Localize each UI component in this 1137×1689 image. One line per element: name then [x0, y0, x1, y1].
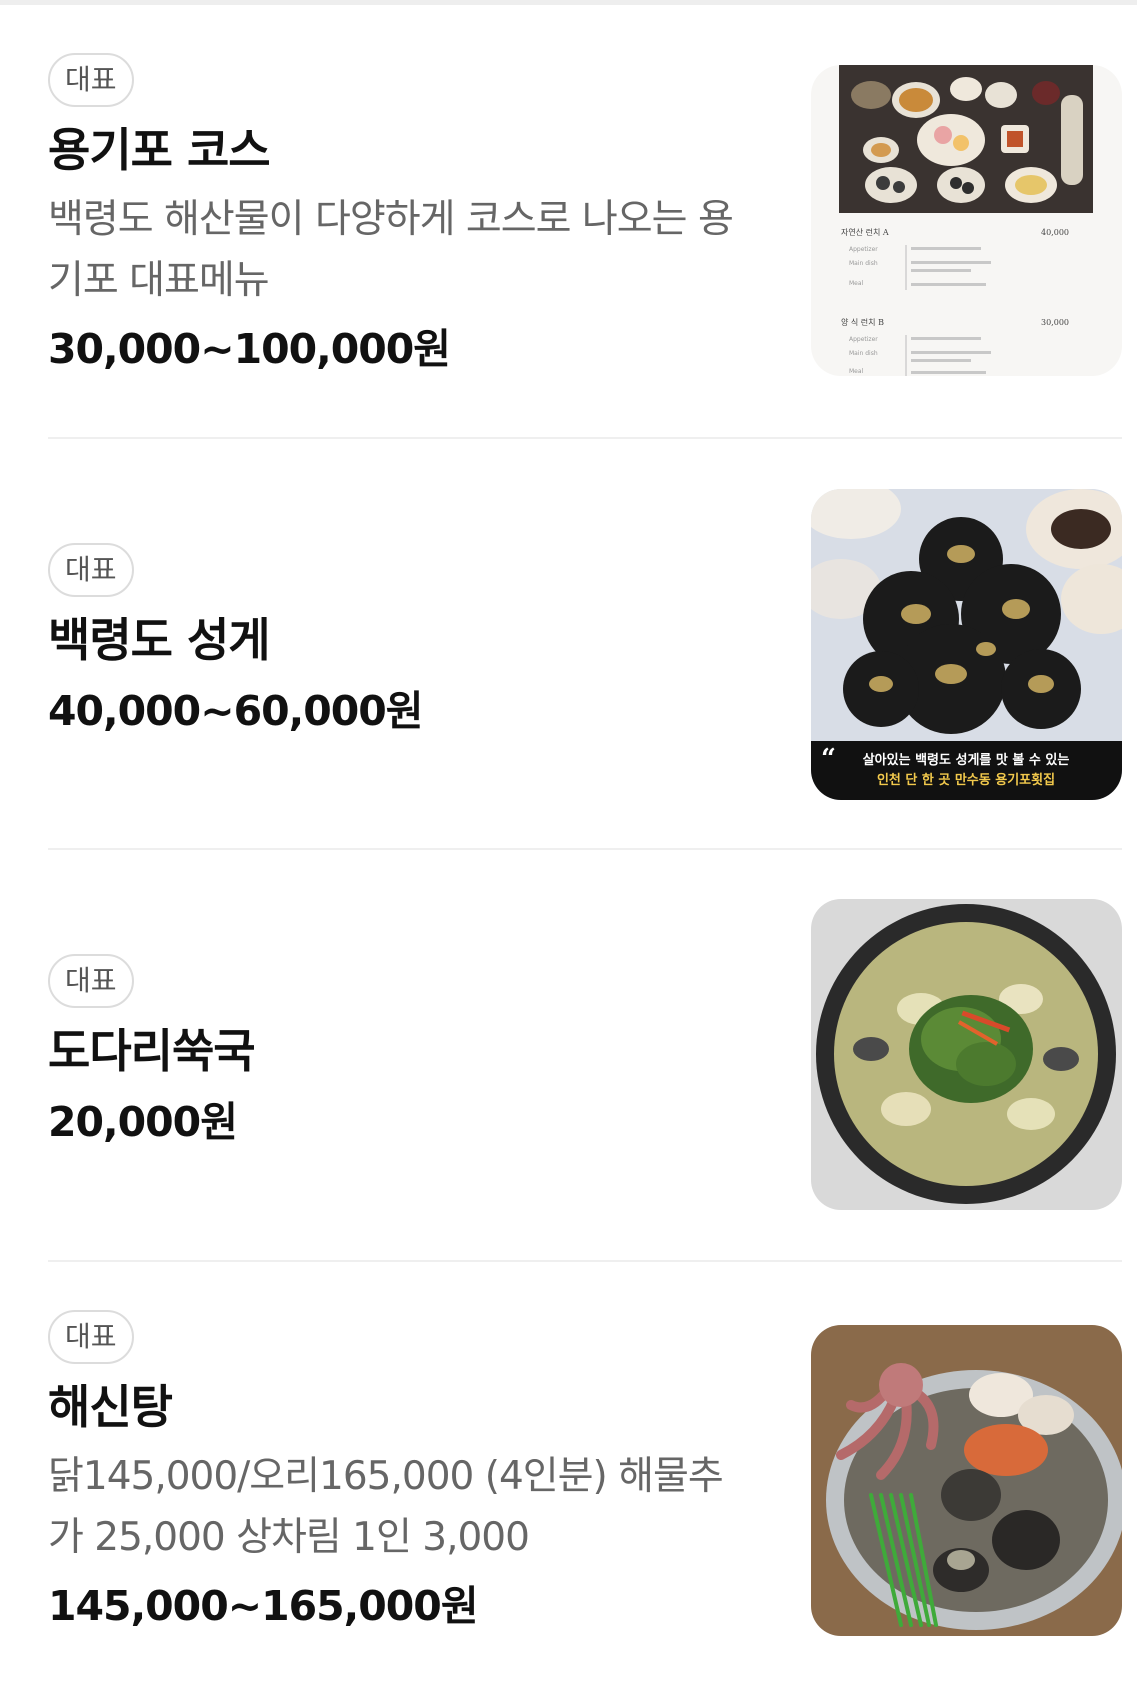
menu-item-info: 대표 해신탕 닭145,000/오리165,000 (4인분) 해물추가 25,… — [48, 1310, 748, 1636]
course-menu-image: 자연산 런치 A 40,000 Appetizer Main dish Meal… — [811, 65, 1122, 376]
menu-lunch-b-label: 양 식 런치 B — [841, 317, 884, 327]
photo-caption-line2: 인천 단 한 곳 만수동 용기포횟집 — [877, 772, 1055, 788]
signature-badge: 대표 — [48, 954, 134, 1008]
menu-item-photo[interactable]: “ 살아있는 백령도 성게를 맛 볼 수 있는 인천 단 한 곳 만수동 용기포… — [811, 489, 1122, 800]
soup-image — [811, 899, 1122, 1210]
seafood-hotpot-image — [811, 1325, 1122, 1636]
sea-urchin-image: “ 살아있는 백령도 성게를 맛 볼 수 있는 인천 단 한 곳 만수동 용기포… — [811, 489, 1122, 800]
menu-item-photo[interactable]: 자연산 런치 A 40,000 Appetizer Main dish Meal… — [811, 65, 1122, 376]
menu-item-price: 145,000~165,000원 — [48, 1582, 479, 1630]
photo-caption-line1: 살아있는 백령도 성게를 맛 볼 수 있는 — [863, 752, 1070, 768]
menu-item-photo[interactable] — [811, 899, 1122, 1210]
menu-item-info: 대표 용기포 코스 백령도 해산물이 다양하게 코스로 나오는 용기포 대표메뉴… — [48, 53, 748, 379]
row-divider — [48, 848, 1122, 850]
menu-item-description: 닭145,000/오리165,000 (4인분) 해물추가 25,000 상차림… — [48, 1454, 724, 1560]
menu-meal-label-b: Meal — [849, 368, 864, 375]
menu-item-name: 백령도 성게 — [48, 613, 271, 667]
row-divider — [48, 437, 1122, 439]
menu-item-name: 용기포 코스 — [48, 123, 271, 177]
menu-item-info: 대표 도다리쑥국 20,000원 — [48, 954, 748, 1152]
svg-text:“: “ — [821, 744, 836, 774]
signature-badge: 대표 — [48, 1310, 134, 1364]
menu-item-photo[interactable] — [811, 1325, 1122, 1636]
menu-item-name: 도다리쑥국 — [48, 1024, 256, 1078]
menu-item-price: 20,000원 — [48, 1098, 238, 1146]
row-divider — [48, 1260, 1122, 1262]
menu-main-dish-label-b: Main dish — [849, 350, 878, 357]
menu-item-description: 백령도 해산물이 다양하게 코스로 나오는 용기포 대표메뉴 — [48, 197, 734, 303]
menu-lunch-a-label: 자연산 런치 A — [841, 227, 889, 237]
menu-price-a-label: 40,000 — [1041, 228, 1069, 237]
signature-badge: 대표 — [48, 543, 134, 597]
menu-item-price: 40,000~60,000원 — [48, 687, 424, 735]
menu-item-price: 30,000~100,000원 — [48, 325, 451, 373]
menu-appetizer-label-b: Appetizer — [849, 336, 878, 343]
menu-price-b-label: 30,000 — [1041, 318, 1069, 327]
top-divider — [0, 0, 1137, 5]
signature-badge: 대표 — [48, 53, 134, 107]
menu-item-name: 해신탕 — [48, 1380, 173, 1434]
menu-appetizer-label: Appetizer — [849, 246, 878, 253]
menu-main-dish-label: Main dish — [849, 260, 878, 267]
menu-item-info: 대표 백령도 성게 40,000~60,000원 — [48, 543, 748, 741]
menu-meal-label: Meal — [849, 280, 864, 287]
